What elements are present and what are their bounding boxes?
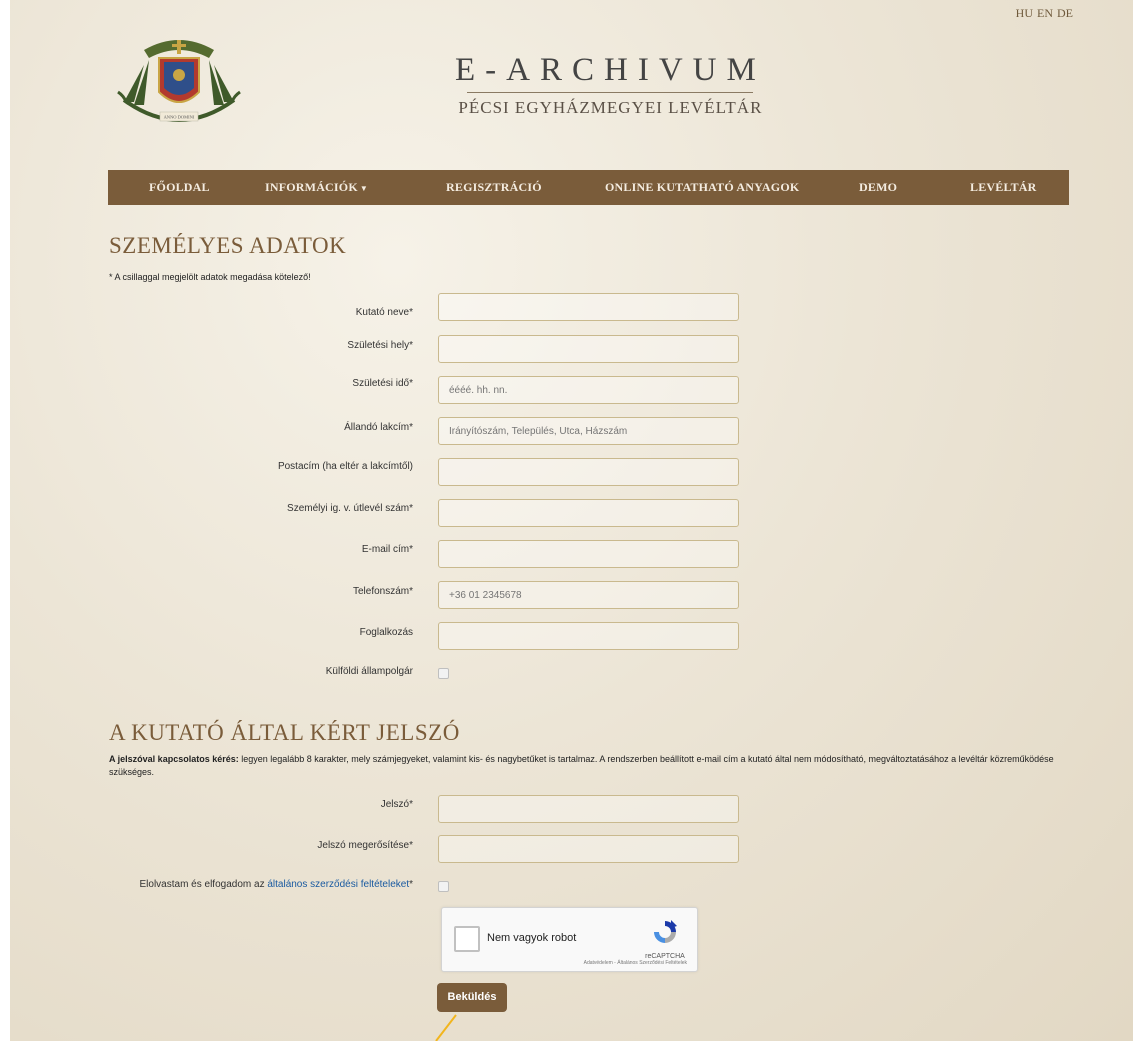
researcher-name-input[interactable] <box>438 293 739 321</box>
password-confirm-input[interactable] <box>438 835 739 863</box>
terms-suffix: * <box>409 879 413 890</box>
birth-place-label: Születési hely* <box>347 340 413 351</box>
permanent-address-label: Állandó lakcím* <box>344 422 413 433</box>
recaptcha-widget: Nem vagyok robot reCAPTCHA Adatvédelem -… <box>441 907 698 972</box>
language-switcher: HU EN DE <box>1012 6 1073 21</box>
password-note-lead: A jelszóval kapcsolatos kérés: <box>109 754 239 764</box>
archdiocese-coat-of-arms-logo[interactable]: ANNO DOMINI <box>104 30 254 130</box>
recaptcha-label: Nem vagyok robot <box>487 932 577 944</box>
caret-down-icon: ▼ <box>359 184 368 193</box>
password-confirm-label: Jelszó megerősítése* <box>317 840 413 851</box>
logo-motto-text: ANNO DOMINI <box>164 115 195 120</box>
nav-item-demo[interactable]: DEMO <box>859 180 897 195</box>
personal-data-heading: SZEMÉLYES ADATOK <box>109 233 347 258</box>
recaptcha-brand: reCAPTCHA <box>645 953 685 960</box>
recaptcha-branding: reCAPTCHA <box>643 918 687 960</box>
email-input[interactable] <box>438 540 739 568</box>
title-divider <box>467 92 754 93</box>
required-fields-note: * A csillaggal megjelölt adatok megadása… <box>109 272 311 282</box>
email-label: E-mail cím* <box>361 544 413 555</box>
page-left-edge <box>0 0 10 1041</box>
site-title: E-ARCHIVUM PÉCSI EGYHÁZMEGYEI LEVÉLTÁR <box>455 52 766 118</box>
occupation-label: Foglalkozás <box>359 627 413 638</box>
lang-hu-link[interactable]: HU <box>1016 6 1033 20</box>
recaptcha-logo-icon <box>654 920 677 943</box>
nav-item-home[interactable]: FŐOLDAL <box>149 180 210 195</box>
foreign-citizen-checkbox[interactable] <box>438 668 449 679</box>
id-number-label: Személyi ig. v. útlevél szám* <box>287 503 413 514</box>
postal-address-input[interactable] <box>438 458 739 486</box>
nav-item-information[interactable]: INFORMÁCIÓK ▼ <box>265 180 368 195</box>
annotation-arrow-icon <box>435 1014 457 1041</box>
foreign-citizen-label: Külföldi állampolgár <box>325 666 413 677</box>
birth-date-label: Születési idő* <box>352 378 413 389</box>
terms-accept-checkbox[interactable] <box>438 881 449 892</box>
submit-button[interactable]: Beküldés <box>437 983 507 1012</box>
password-note-text: legyen legalább 8 karakter, mely számjeg… <box>109 754 1054 777</box>
lang-en-link[interactable]: EN <box>1037 6 1053 20</box>
nav-item-online-materials[interactable]: ONLINE KUTATHATÓ ANYAGOK <box>605 180 799 195</box>
password-label: Jelszó* <box>380 799 413 810</box>
terms-label: Elolvastam és elfogadom az általános sze… <box>140 879 414 890</box>
phone-input[interactable] <box>438 581 739 609</box>
birth-place-input[interactable] <box>438 335 739 363</box>
id-number-input[interactable] <box>438 499 739 527</box>
site-title-main: E-ARCHIVUM <box>455 52 766 88</box>
recaptcha-checkbox[interactable] <box>454 926 480 952</box>
permanent-address-input[interactable] <box>438 417 739 445</box>
password-input[interactable] <box>438 795 739 823</box>
occupation-input[interactable] <box>438 622 739 650</box>
phone-label: Telefonszám* <box>352 586 413 597</box>
recaptcha-links[interactable]: Adatvédelem - Általános Szerződési Felté… <box>584 960 687 966</box>
nav-item-information-label: INFORMÁCIÓK <box>265 180 358 194</box>
birth-date-input[interactable] <box>438 376 739 404</box>
researcher-name-label: Kutató neve* <box>355 307 413 318</box>
password-heading: A KUTATÓ ÁLTAL KÉRT JELSZÓ <box>109 720 460 745</box>
password-requirements-note: A jelszóval kapcsolatos kérés: legyen le… <box>109 753 1069 779</box>
nav-item-archive[interactable]: LEVÉLTÁR <box>970 180 1037 195</box>
nav-item-registration[interactable]: REGISZTRÁCIÓ <box>446 180 542 195</box>
lang-de-link[interactable]: DE <box>1057 6 1073 20</box>
main-navigation: FŐOLDAL INFORMÁCIÓK ▼ REGISZTRÁCIÓ ONLINE… <box>108 170 1069 205</box>
terms-link[interactable]: általános szerződési feltételeket <box>267 879 409 890</box>
site-title-sub: PÉCSI EGYHÁZMEGYEI LEVÉLTÁR <box>458 98 763 117</box>
postal-address-label: Postacím (ha eltér a lakcímtől) <box>277 461 413 472</box>
terms-prefix: Elolvastam és elfogadom az <box>139 879 268 890</box>
